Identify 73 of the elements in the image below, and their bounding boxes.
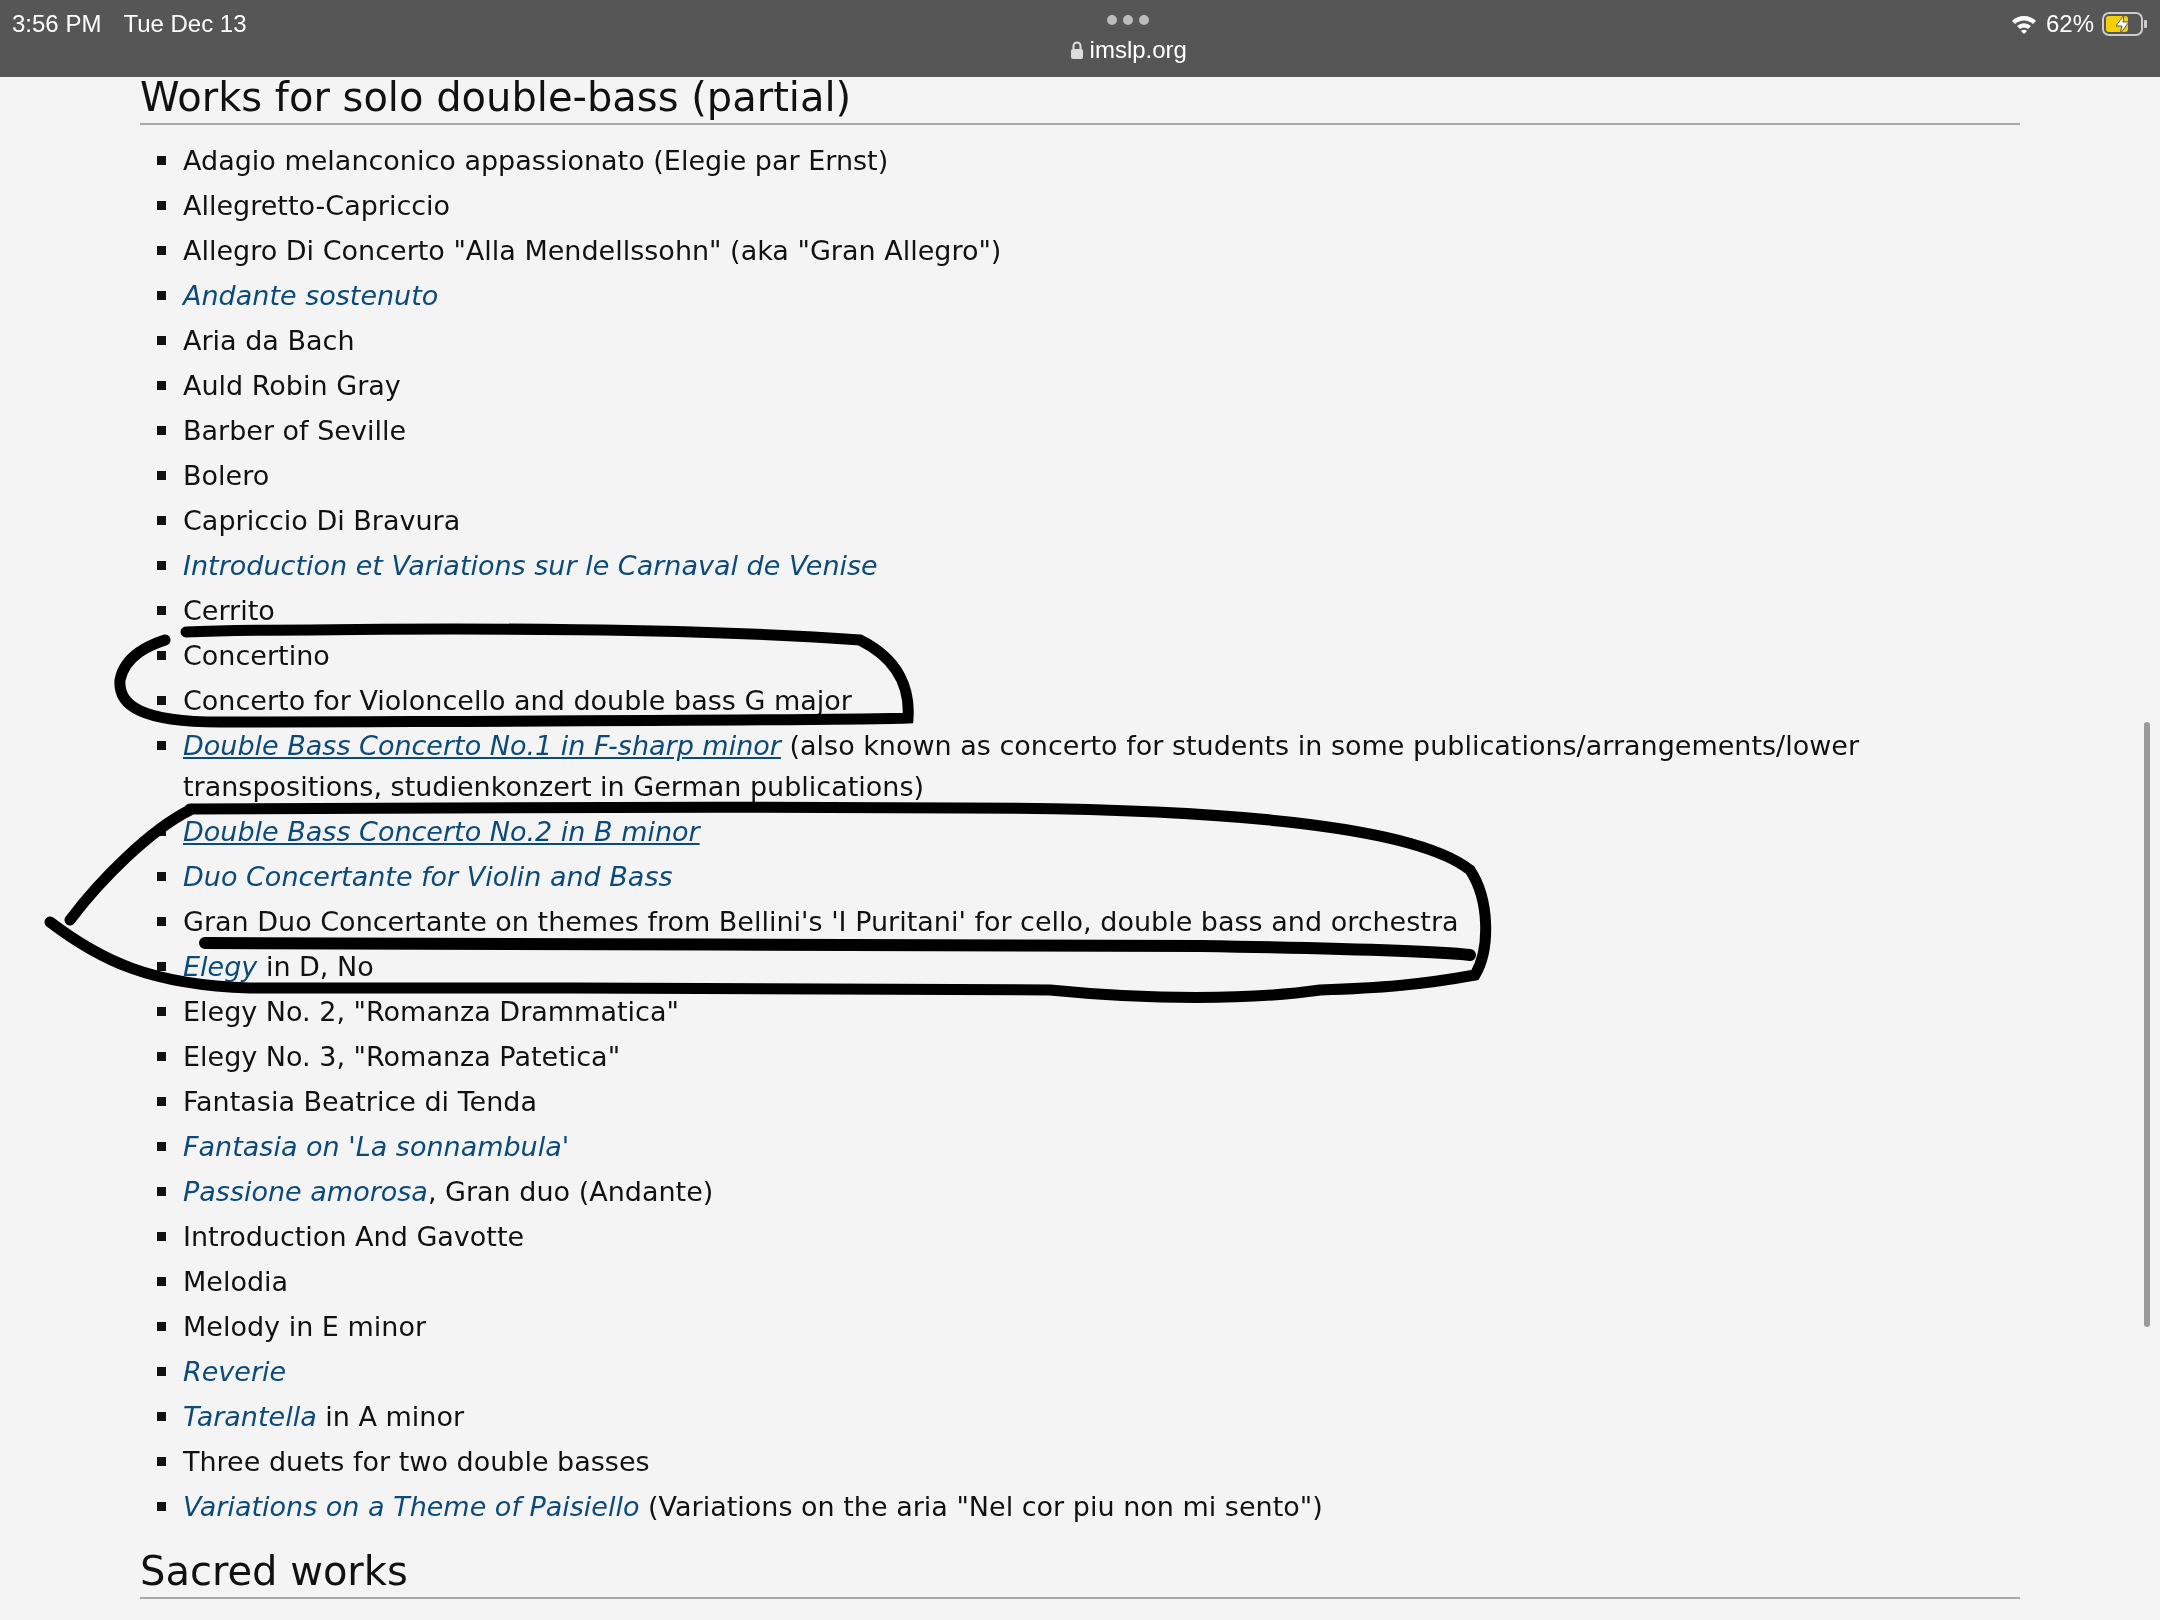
bullet-icon xyxy=(157,651,166,660)
bullet-icon xyxy=(157,1412,166,1421)
bullet-icon xyxy=(157,1457,166,1466)
work-link[interactable]: Andante sostenuto xyxy=(183,280,439,311)
bullet-icon xyxy=(157,1502,166,1511)
bullet-icon xyxy=(157,1007,166,1016)
work-entry: Introduction And Gavotte xyxy=(183,1221,525,1252)
section-heading: Works for solo double-bass (partial) xyxy=(140,75,2020,125)
work-link[interactable]: Elegy xyxy=(183,951,258,982)
status-time: 3:56 PM xyxy=(12,9,102,39)
bullet-icon xyxy=(157,156,166,165)
bullet-icon xyxy=(157,201,166,210)
work-entry: Fantasia Beatrice di Tenda xyxy=(183,1086,537,1117)
battery-percent: 62% xyxy=(2045,9,2094,39)
more-icon[interactable] xyxy=(1106,14,1151,26)
work-entry: Concerto for Violoncello and double bass G major xyxy=(183,685,852,716)
bullet-icon xyxy=(157,1232,166,1241)
bullet-icon xyxy=(157,516,166,525)
work-entry: Allegretto-Capriccio xyxy=(183,190,451,221)
work-entry: Elegy in D, No xyxy=(183,951,374,982)
work-entry: Aria da Bach xyxy=(183,325,355,356)
work-entry: Gran Duo Concertante on themes from Bellini's 'I Puritani' for cello, double bass and orchestra xyxy=(183,906,1459,937)
work-entry: Allegro Di Concerto "Alla Mendellssohn" (aka "Gran Allegro") xyxy=(183,235,1002,266)
lock-icon xyxy=(1069,41,1084,59)
bullet-icon xyxy=(157,1052,166,1061)
bullet-icon xyxy=(157,1322,166,1331)
work-link[interactable]: Passione amorosa xyxy=(183,1176,428,1207)
bullet-icon xyxy=(157,606,166,615)
work-entry: Adagio melanconico appassionato (Elegie par Ernst) xyxy=(183,145,889,176)
url-text[interactable]: imslp.org xyxy=(1089,32,1187,68)
bullet-icon xyxy=(157,291,166,300)
bullet-icon xyxy=(157,471,166,480)
work-entry: Variations on a Theme of Paisiello (Variations on the aria "Nel cor piu non mi sento") xyxy=(183,1491,1323,1522)
work-entry: Double Bass Concerto No.1 in F-sharp minor (also known as concerto for students in some publications/arrangements/lower transpositions, studienkonzert in German publications) xyxy=(183,730,1859,802)
work-link[interactable]: Reverie xyxy=(183,1356,287,1387)
section-heading: Sacred works xyxy=(140,1549,2020,1599)
work-entry: Three duets for two double basses xyxy=(183,1446,650,1477)
bullet-icon xyxy=(157,1142,166,1151)
work-entry: Passione amorosa, Gran duo (Andante) xyxy=(183,1176,714,1207)
work-link[interactable]: Variations on a Theme of Paisiello xyxy=(183,1491,640,1522)
bullet-icon xyxy=(157,336,166,345)
bullet-icon xyxy=(157,246,166,255)
work-link[interactable]: Fantasia on 'La sonnambula' xyxy=(183,1131,570,1162)
work-entry: Melody in E minor xyxy=(183,1311,426,1342)
work-entry: Bolero xyxy=(183,460,270,491)
bullet-icon xyxy=(157,917,166,926)
bullet-icon xyxy=(157,1097,166,1106)
bullet-icon xyxy=(157,872,166,881)
bullet-icon xyxy=(157,381,166,390)
work-entry: Capriccio Di Bravura xyxy=(183,505,461,536)
work-link[interactable]: Double Bass Concerto No.2 in B minor xyxy=(183,816,700,847)
bullet-icon xyxy=(157,696,166,705)
status-date: Tue Dec 13 xyxy=(123,9,247,39)
work-entry: Auld Robin Gray xyxy=(183,370,401,401)
bullet-icon xyxy=(157,962,166,971)
work-entry: Cerrito xyxy=(183,595,275,626)
bullet-icon xyxy=(157,741,166,750)
work-link[interactable]: Duo Concertante for Violin and Bass xyxy=(183,861,673,892)
work-entry: Elegy No. 3, "Romanza Patetica" xyxy=(183,1041,621,1072)
work-link[interactable]: Tarantella xyxy=(183,1401,317,1432)
work-entry: Melodia xyxy=(183,1266,289,1297)
work-entry: Concertino xyxy=(183,640,330,671)
bullet-icon xyxy=(157,1277,166,1286)
work-entry: Barber of Seville xyxy=(183,415,407,446)
bullet-icon xyxy=(157,1187,166,1196)
work-link[interactable]: Introduction et Variations sur le Carnaval de Venise xyxy=(183,550,878,581)
battery-icon xyxy=(2102,12,2148,36)
work-entry: Elegy No. 2, "Romanza Drammatica" xyxy=(183,996,679,1027)
work-link[interactable]: Double Bass Concerto No.1 in F-sharp minor xyxy=(183,730,781,761)
bullet-icon xyxy=(157,1367,166,1376)
bullet-icon xyxy=(157,561,166,570)
bullet-icon xyxy=(157,426,166,435)
work-entry: Tarantella in A minor xyxy=(183,1401,465,1432)
